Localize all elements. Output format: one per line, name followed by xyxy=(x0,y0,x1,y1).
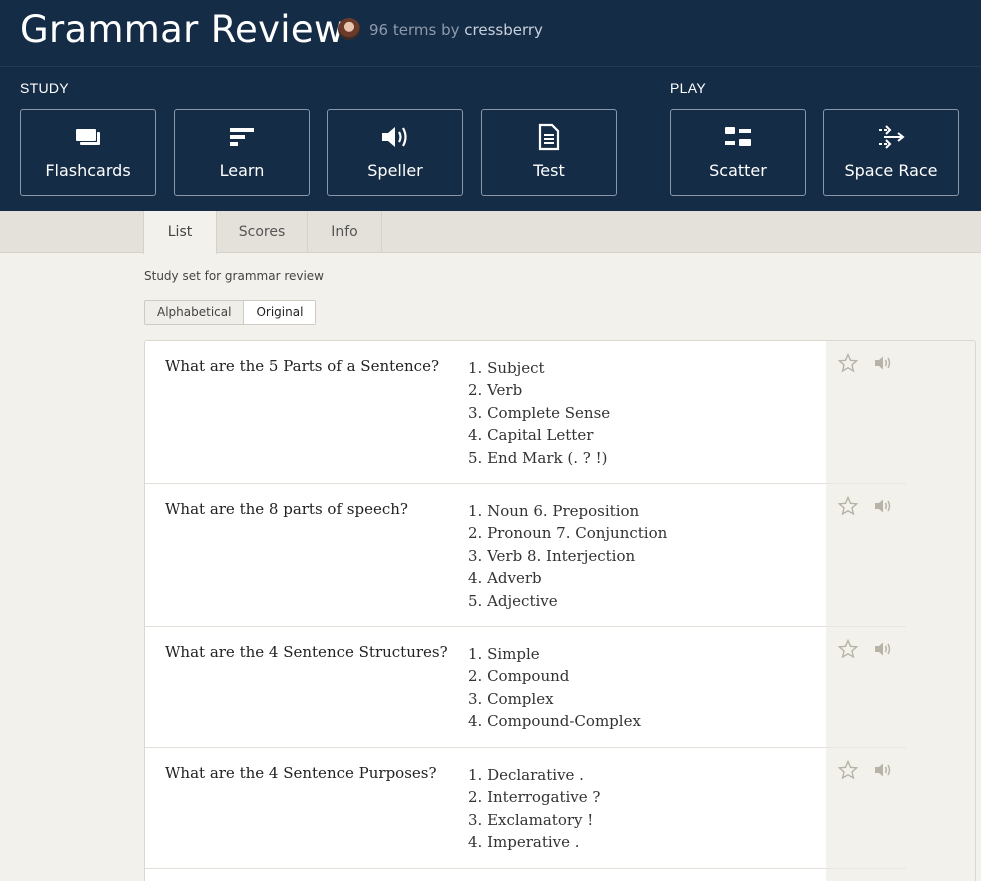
learn-icon xyxy=(175,122,309,152)
scatter-label: Scatter xyxy=(709,161,767,180)
space-race-icon xyxy=(824,122,958,152)
term-count: 96 terms by xyxy=(369,21,460,39)
definition-text: 1. Declarative . 2. Interrogative ? 3. E… xyxy=(468,764,600,854)
definition-line: 3. Verb 8. Interjection xyxy=(468,546,636,565)
author-avatar[interactable] xyxy=(338,18,360,40)
speller-button[interactable]: Speller xyxy=(327,109,463,196)
definition-line: 1. Noun 6. Preposition xyxy=(468,502,640,520)
term-text: What are the 4 Sentence Structures? xyxy=(165,643,448,661)
term-row: What are the 5 Parts of a Sentence? 1. S… xyxy=(145,341,975,484)
term-text: What are the 8 parts of speech? xyxy=(165,500,408,518)
definition-line: 1. Declarative . xyxy=(468,766,584,784)
definition-text: 1. Noun 6. Preposition 2. Pronoun 7. Con… xyxy=(468,500,667,612)
definition-line: 4. Adverb xyxy=(468,569,542,588)
star-icon[interactable] xyxy=(838,760,858,780)
definition-line: 2. Interrogative ? xyxy=(468,788,601,807)
star-icon[interactable] xyxy=(838,639,858,659)
test-label: Test xyxy=(533,161,565,180)
term-row: What are the 8 parts of speech? 1. Noun … xyxy=(145,484,975,627)
space-race-label: Space Race xyxy=(844,161,938,180)
set-header: Grammar Review 96 terms by cressberry ST… xyxy=(0,0,981,211)
definition-line: 1. Subject xyxy=(468,359,545,377)
scatter-button[interactable]: Scatter xyxy=(670,109,806,196)
star-icon[interactable] xyxy=(838,353,858,373)
definition-line: 4. Capital Letter xyxy=(468,426,594,445)
definition-line: 5. Adjective xyxy=(468,591,558,610)
learn-button[interactable]: Learn xyxy=(174,109,310,196)
scatter-icon xyxy=(671,122,805,152)
definition-line: 2. Pronoun 7. Conjunction xyxy=(468,524,668,543)
tab-scores[interactable]: Scores xyxy=(217,211,308,253)
tab-list[interactable]: List xyxy=(143,211,217,254)
set-description: Study set for grammar review xyxy=(144,269,324,283)
test-icon xyxy=(482,122,616,152)
sort-original-button[interactable]: Original xyxy=(243,301,316,324)
definition-line: 4. Imperative . xyxy=(468,833,580,852)
speaker-icon[interactable] xyxy=(874,762,892,778)
test-button[interactable]: Test xyxy=(481,109,617,196)
author-link[interactable]: cressberry xyxy=(464,21,543,39)
definition-line: 3. Complete Sense xyxy=(468,403,611,422)
play-label: PLAY xyxy=(670,80,706,96)
tab-info[interactable]: Info xyxy=(308,211,382,253)
definition-text: 1. Simple 2. Compound 3. Complex 4. Comp… xyxy=(468,643,641,733)
term-cell xyxy=(145,869,826,881)
definition-line: 1. Simple xyxy=(468,645,540,663)
sort-toggle: Alphabetical Original xyxy=(144,300,317,325)
sort-alphabetical-button[interactable]: Alphabetical xyxy=(145,301,243,324)
term-list: What are the 5 Parts of a Sentence? 1. S… xyxy=(144,340,976,881)
speaker-icon[interactable] xyxy=(874,641,892,657)
learn-label: Learn xyxy=(219,161,265,180)
term-row: What are the 4 Sentence Purposes? 1. Dec… xyxy=(145,748,975,869)
term-row xyxy=(145,869,975,881)
definition-line: 2. Verb xyxy=(468,381,523,400)
term-row: What are the 4 Sentence Structures? 1. S… xyxy=(145,627,975,748)
space-race-button[interactable]: Space Race xyxy=(823,109,959,196)
definition-line: 4. Compound-Complex xyxy=(468,712,641,731)
flashcards-icon xyxy=(21,122,155,152)
flashcards-button[interactable]: Flashcards xyxy=(20,109,156,196)
definition-text: 1. Subject 2. Verb 3. Complete Sense 4. … xyxy=(468,357,610,469)
speaker-icon[interactable] xyxy=(874,498,892,514)
tab-bar: List Scores Info xyxy=(0,211,981,254)
term-text: What are the 4 Sentence Purposes? xyxy=(165,764,437,782)
study-label: STUDY xyxy=(20,80,69,96)
star-icon[interactable] xyxy=(838,496,858,516)
header-divider xyxy=(0,66,981,67)
speller-label: Speller xyxy=(367,161,423,180)
set-meta: 96 terms by cressberry xyxy=(369,21,543,39)
speller-icon xyxy=(328,122,462,152)
definition-line: 5. End Mark (. ? !) xyxy=(468,448,608,467)
definition-line: 3. Complex xyxy=(468,689,554,708)
term-text: What are the 5 Parts of a Sentence? xyxy=(165,357,440,375)
speaker-icon[interactable] xyxy=(874,355,892,371)
set-title: Grammar Review xyxy=(20,8,345,51)
flashcards-label: Flashcards xyxy=(45,161,131,180)
definition-line: 2. Compound xyxy=(468,667,570,686)
definition-line: 3. Exclamatory ! xyxy=(468,810,594,829)
